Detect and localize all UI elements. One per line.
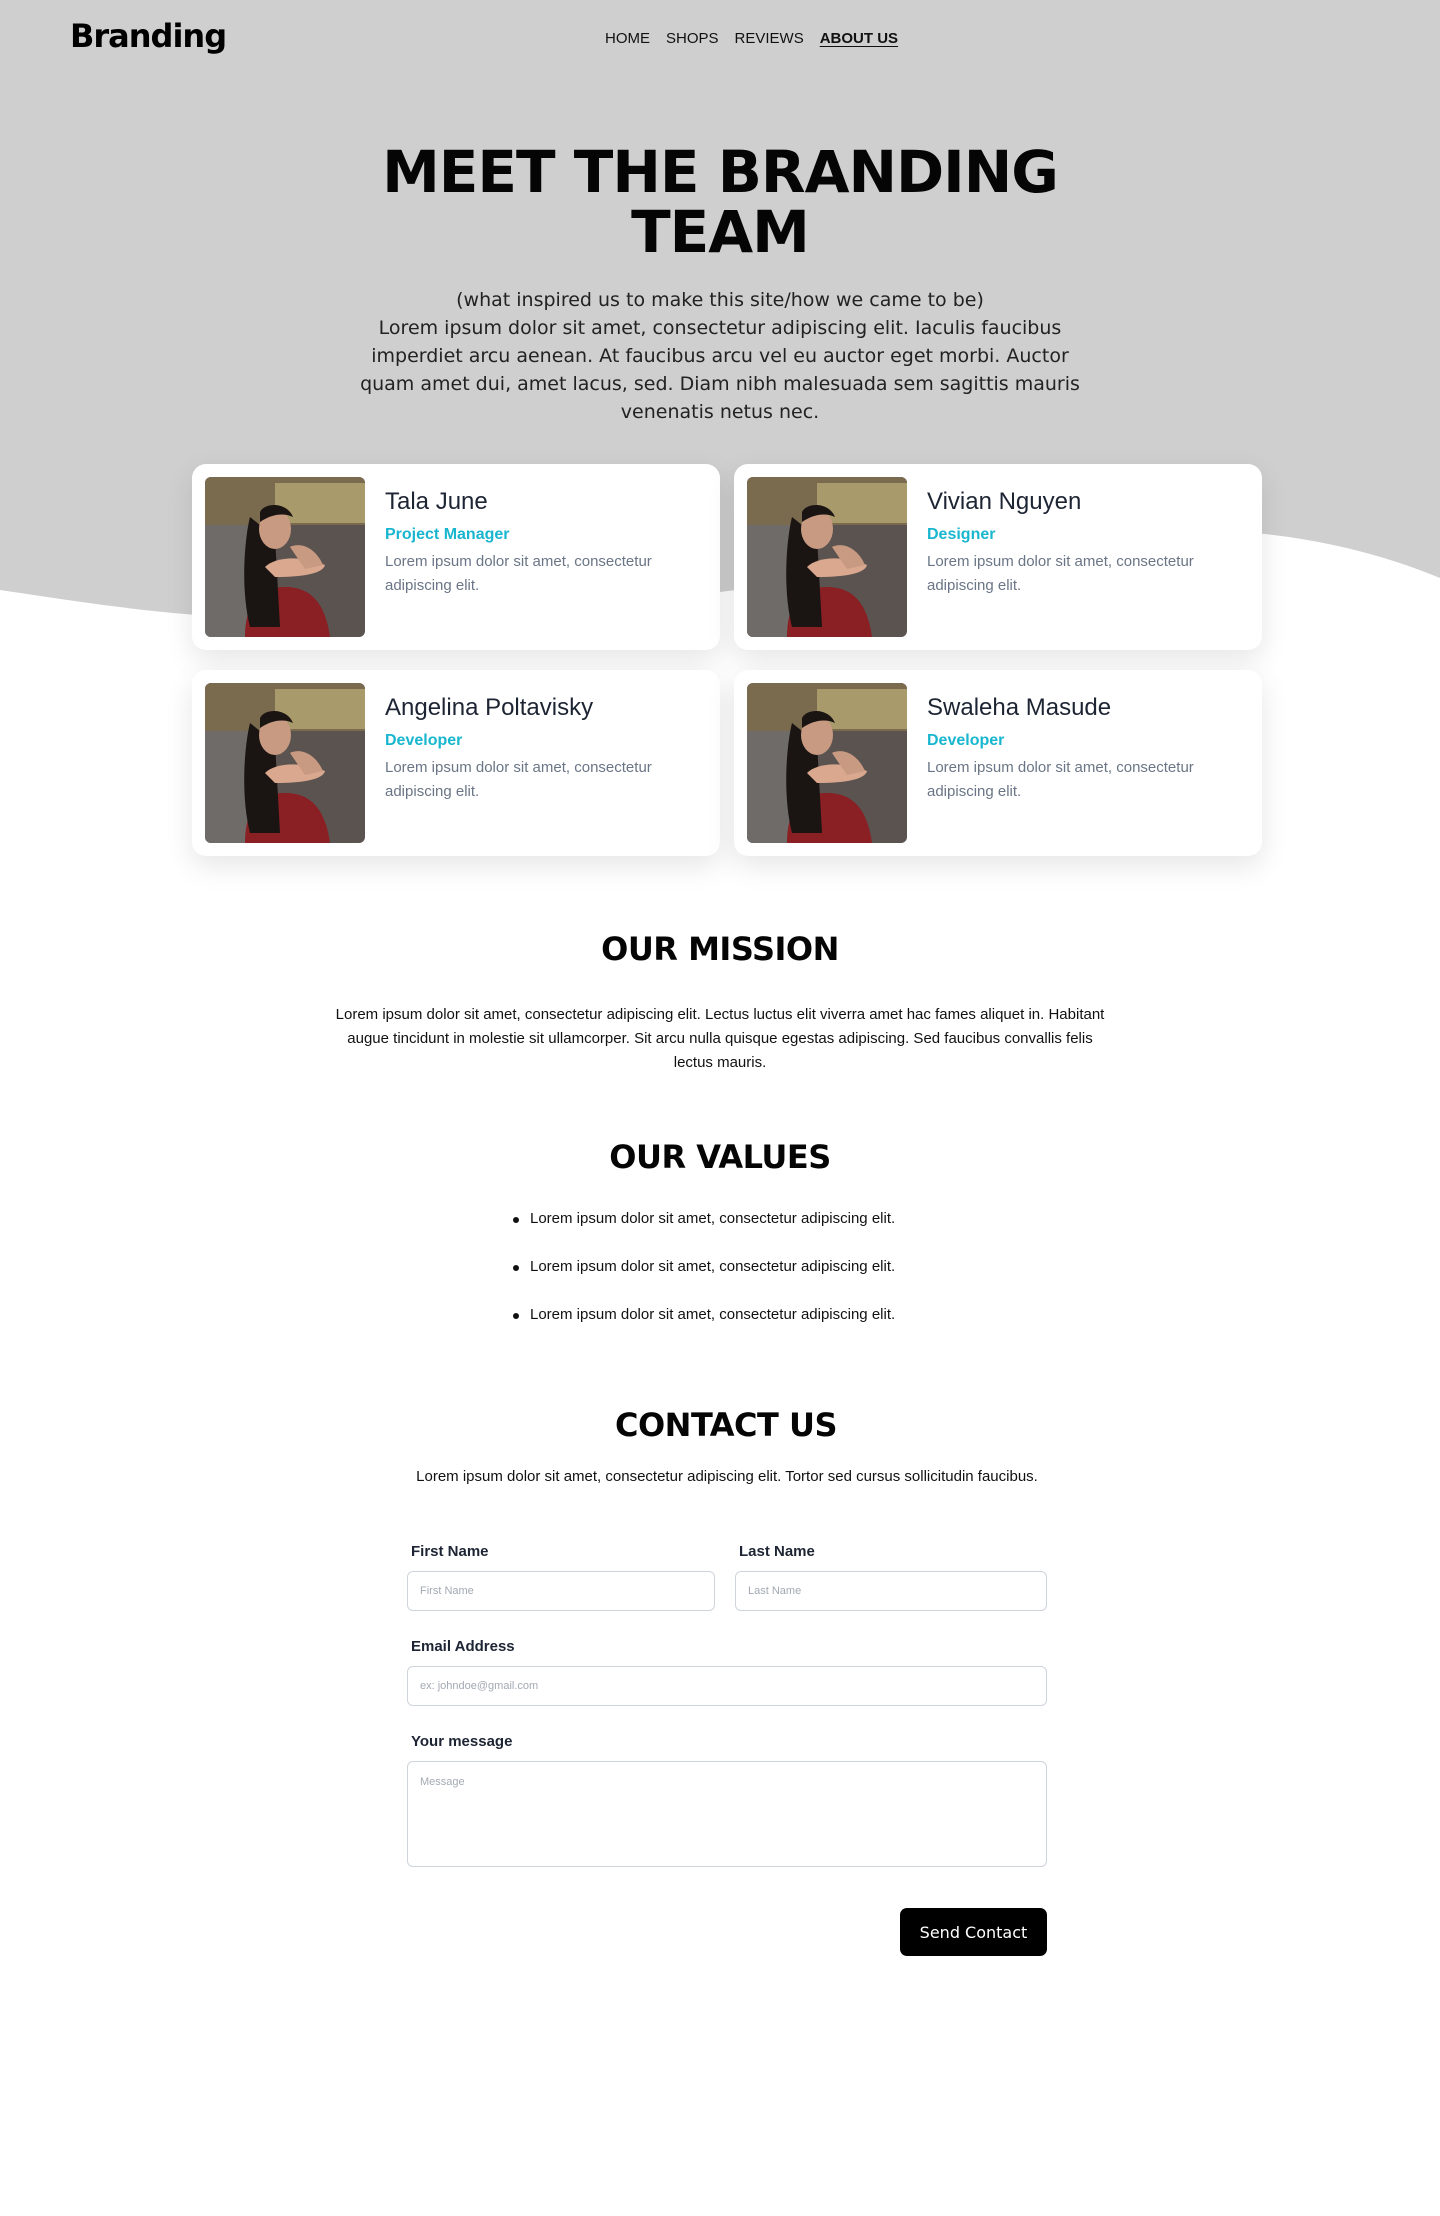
member-name: Tala June [385, 488, 488, 515]
message-label: Your message [411, 1733, 513, 1750]
member-info: Vivian Nguyen Designer Lorem ipsum dolor… [927, 488, 1247, 598]
first-name-input[interactable] [407, 1571, 715, 1611]
member-photo [205, 477, 365, 637]
member-info: Angelina Poltavisky Developer Lorem ipsu… [385, 694, 705, 804]
nav-link-about-us[interactable]: ABOUT US [820, 30, 898, 47]
hero-description: Lorem ipsum dolor sit amet, consectetur … [360, 317, 1080, 423]
email-input[interactable] [407, 1666, 1047, 1706]
contact-text: Lorem ipsum dolor sit amet, consectetur … [416, 1468, 1038, 1485]
member-role: Designer [927, 526, 996, 543]
contact-title: CONTACT US [614, 1406, 838, 1444]
team-card: Tala June Project Manager Lorem ipsum do… [192, 464, 720, 650]
hero-subtitle: (what inspired us to make this site/how … [456, 289, 984, 311]
last-name-input[interactable] [735, 1571, 1047, 1611]
logo[interactable]: Branding [70, 17, 227, 55]
member-description: Lorem ipsum dolor sit amet, consectetur … [927, 553, 1194, 594]
member-name: Swaleha Masude [927, 694, 1112, 721]
mission-title: OUR MISSION [601, 930, 839, 968]
value-text: Lorem ipsum dolor sit amet, consectetur … [530, 1210, 896, 1227]
values-list: Lorem ipsum dolor sit amet, consectetur … [512, 1210, 972, 1354]
member-name: Angelina Poltavisky [385, 694, 594, 721]
send-contact-button[interactable]: Send Contact [900, 1908, 1047, 1956]
list-item: Lorem ipsum dolor sit amet, consectetur … [512, 1210, 972, 1258]
bullet-icon [513, 1313, 519, 1319]
list-item: Lorem ipsum dolor sit amet, consectetur … [512, 1306, 972, 1354]
last-name-label: Last Name [739, 1543, 815, 1560]
member-role: Developer [927, 732, 1005, 749]
value-text: Lorem ipsum dolor sit amet, consectetur … [530, 1258, 896, 1275]
member-info: Tala June Project Manager Lorem ipsum do… [385, 488, 705, 598]
member-photo [205, 683, 365, 843]
member-photo [747, 683, 907, 843]
list-item: Lorem ipsum dolor sit amet, consectetur … [512, 1258, 972, 1306]
site-header: Branding HOME SHOPS REVIEWS ABOUT US [0, 0, 1440, 80]
member-role: Developer [385, 732, 463, 749]
team-grid: Tala June Project Manager Lorem ipsum do… [192, 464, 1262, 856]
portrait-image [205, 683, 365, 843]
portrait-image [747, 477, 907, 637]
team-card: Vivian Nguyen Designer Lorem ipsum dolor… [734, 464, 1262, 650]
nav-link-home[interactable]: HOME [605, 30, 650, 47]
bullet-icon [513, 1217, 519, 1223]
member-info: Swaleha Masude Developer Lorem ipsum dol… [927, 694, 1247, 804]
value-text: Lorem ipsum dolor sit amet, consectetur … [530, 1306, 896, 1323]
mission-text: Lorem ipsum dolor sit amet, consectetur … [335, 1006, 1105, 1071]
email-label: Email Address [411, 1638, 515, 1655]
member-photo [747, 477, 907, 637]
portrait-image [205, 477, 365, 637]
message-textarea[interactable] [407, 1761, 1047, 1867]
member-description: Lorem ipsum dolor sit amet, consectetur … [385, 759, 652, 800]
page-title: MEET THE BRANDING TEAM [382, 138, 1059, 266]
values-title: OUR VALUES [609, 1138, 831, 1176]
team-card: Angelina Poltavisky Developer Lorem ipsu… [192, 670, 720, 856]
portrait-image [747, 683, 907, 843]
nav-link-shops[interactable]: SHOPS [666, 30, 719, 47]
bullet-icon [513, 1265, 519, 1271]
member-description: Lorem ipsum dolor sit amet, consectetur … [927, 759, 1194, 800]
first-name-label: First Name [411, 1543, 489, 1560]
team-card: Swaleha Masude Developer Lorem ipsum dol… [734, 670, 1262, 856]
member-name: Vivian Nguyen [927, 488, 1082, 515]
nav-link-reviews[interactable]: REVIEWS [735, 30, 804, 47]
main-nav: HOME SHOPS REVIEWS ABOUT US [605, 30, 898, 47]
member-role: Project Manager [385, 526, 510, 543]
member-description: Lorem ipsum dolor sit amet, consectetur … [385, 553, 652, 594]
